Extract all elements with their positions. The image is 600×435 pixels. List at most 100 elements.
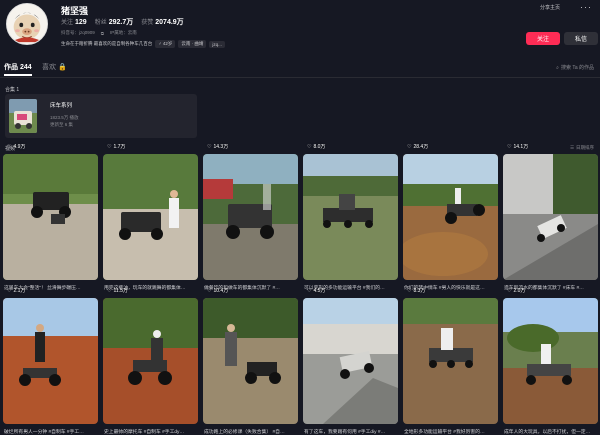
likes-count: 14.3万 xyxy=(213,144,229,150)
video-thumbnail xyxy=(3,298,98,424)
follow-button[interactable]: 关注 xyxy=(526,32,560,45)
video-thumbnail xyxy=(303,298,398,424)
likes-count: 1.7万 xyxy=(113,144,126,150)
video-caption: 史上最帅的摩托车 #自制车 #手工dy… xyxy=(104,430,185,435)
sort-dropdown[interactable]: ☰ 日期排序 xyxy=(570,145,594,151)
likes-count: 2.0万 xyxy=(513,288,526,294)
share-profile-link[interactable]: 分享主页 xyxy=(540,4,560,11)
likes-count: 2074.9万 xyxy=(155,19,184,26)
heart-icon: ♡ xyxy=(107,143,112,150)
following-stat[interactable]: 关注 129 xyxy=(61,17,87,27)
tab-likes[interactable]: 喜欢 🔒 xyxy=(42,62,67,72)
ip-location: IP属地：云南 xyxy=(109,30,137,35)
video-likes: ♡ 8.0万 xyxy=(307,143,326,151)
heart-icon: ♡ xyxy=(507,287,512,294)
likes-label: 获赞 xyxy=(141,20,154,26)
heart-icon: ♡ xyxy=(7,287,12,294)
content-tabs: 作品 244 喜欢 🔒 ⌕ 搜索 Ta 的作品 xyxy=(0,58,600,78)
profile-name: 猪坚强 xyxy=(61,6,89,16)
video-thumbnail xyxy=(303,154,398,280)
video-caption: 有了这车，我要踏有何用 #手工diy #… xyxy=(304,430,386,435)
heart-icon: ♡ xyxy=(207,143,212,150)
tag-age: ♂ 42岁 xyxy=(155,40,176,48)
video-likes: ♡ 4.9万 xyxy=(7,143,26,151)
search-icon: ⌕ xyxy=(556,64,559,71)
video-likes: ♡ 4.5万 xyxy=(307,287,326,295)
video-likes: ♡ 2.0万 xyxy=(507,287,526,295)
likes-count: 8.0万 xyxy=(313,144,326,150)
heart-icon: ♡ xyxy=(407,287,412,294)
video-likes: ♡ 10.4万 xyxy=(207,287,229,295)
video-thumbnail xyxy=(203,154,298,280)
tab-active-indicator xyxy=(4,74,32,76)
video-likes: ♡ 2.1万 xyxy=(7,287,26,295)
video-caption: 全地形多功能运输平台 #我好厉害的… xyxy=(404,430,485,435)
profile-bio: 生命在于瞎折腾 最喜欢的是自制各种车几百台 xyxy=(61,41,153,46)
heart-icon: ♡ xyxy=(107,287,112,294)
video-caption: 成年人的大玩具，以后不打扰，但一定… xyxy=(504,430,591,435)
more-icon[interactable]: ··· xyxy=(580,2,592,12)
sort-icon: ☰ xyxy=(569,145,574,150)
video-likes: ♡ 11.5万 xyxy=(107,287,128,295)
heart-icon: ♡ xyxy=(507,143,512,150)
profile-header: 猪坚强 关注 129 粉丝 292.7万 获赞 2074.9万 抖音号：jzq0909… xyxy=(0,0,600,58)
following-count: 129 xyxy=(75,19,87,26)
tag-more[interactable]: jzq... xyxy=(209,40,225,48)
profile-tags: 生命在于瞎折腾 最喜欢的是自制各种车几百台 ♂ 42岁 云南 · 曲靖 jzq.… xyxy=(61,40,225,48)
search-placeholder: 搜索 Ta 的作品 xyxy=(560,65,594,71)
avatar-cartoon-pig-icon xyxy=(7,4,47,44)
search-works[interactable]: ⌕ 搜索 Ta 的作品 xyxy=(556,64,594,72)
message-button[interactable]: 私信 xyxy=(564,32,598,45)
copy-icon[interactable]: ⧉ xyxy=(101,31,104,36)
collection-label: 合集 1 xyxy=(5,87,20,93)
heart-icon: ♡ xyxy=(7,143,12,150)
tab-likes-label: 喜欢 xyxy=(42,64,56,71)
tabs-divider xyxy=(0,77,600,78)
heart-icon: ♡ xyxy=(307,143,312,150)
video-thumbnail xyxy=(203,298,298,424)
video-likes: ♡ 1.7万 xyxy=(107,143,126,151)
video-caption: 破烂所有男人一分钟 #自制车 #手工… xyxy=(4,430,84,435)
tag-location: 云南 · 曲靖 xyxy=(178,40,207,48)
video-likes: ♡ 8.3万 xyxy=(407,287,426,295)
video-likes: ♡ 14.3万 xyxy=(207,143,229,151)
fans-stat[interactable]: 粉丝 292.7万 xyxy=(95,17,134,27)
profile-meta: 抖音号：jzq0909 ⧉ IP属地：云南 xyxy=(61,30,137,36)
likes-count: 14.1万 xyxy=(513,144,529,150)
likes-count: 4.9万 xyxy=(13,144,26,150)
sort-label: 日期排序 xyxy=(576,145,594,150)
video-thumbnail xyxy=(403,298,498,424)
video-thumbnail xyxy=(403,154,498,280)
tab-works[interactable]: 作品 244 xyxy=(4,62,32,72)
likes-stat: 获赞 2074.9万 xyxy=(141,17,183,27)
likes-count: 4.5万 xyxy=(313,288,326,294)
lock-icon: 🔒 xyxy=(57,64,67,71)
collection-updated: 更新至 6 集 xyxy=(50,122,74,127)
likes-count: 8.3万 xyxy=(413,288,426,294)
collection-plays: 1823.5万 播放 xyxy=(50,115,79,120)
likes-count: 2.1万 xyxy=(13,288,26,294)
collection-title: 床车系列 xyxy=(50,103,73,109)
avatar[interactable] xyxy=(6,3,48,45)
heart-icon: ♡ xyxy=(307,287,312,294)
video-thumbnail xyxy=(503,154,598,280)
heart-icon: ♡ xyxy=(407,143,412,150)
douyin-id: 抖音号：jzq0909 xyxy=(61,30,95,35)
video-thumbnail xyxy=(103,298,198,424)
fans-count: 292.7万 xyxy=(108,19,134,26)
fans-label: 粉丝 xyxy=(94,20,107,26)
profile-stats: 关注 129 粉丝 292.7万 获赞 2074.9万 xyxy=(61,17,184,27)
video-likes: ♡ 14.1万 xyxy=(507,143,529,151)
collection-thumbnail xyxy=(9,99,37,133)
video-thumbnail xyxy=(503,298,598,424)
collection-card[interactable]: 床车系列 1823.5万 播放 更新至 6 集 xyxy=(5,94,197,138)
video-thumbnail xyxy=(3,154,98,280)
heart-icon: ♡ xyxy=(207,287,212,294)
likes-count: 28.4万 xyxy=(413,144,429,150)
video-thumbnail xyxy=(103,154,198,280)
video-likes: ♡ 28.4万 xyxy=(407,143,429,151)
video-caption: 成功路上的必修课（失败合集） #自… xyxy=(204,430,285,435)
following-label: 关注 xyxy=(61,20,74,26)
likes-count: 11.5万 xyxy=(113,288,128,294)
likes-count: 10.4万 xyxy=(213,288,229,294)
